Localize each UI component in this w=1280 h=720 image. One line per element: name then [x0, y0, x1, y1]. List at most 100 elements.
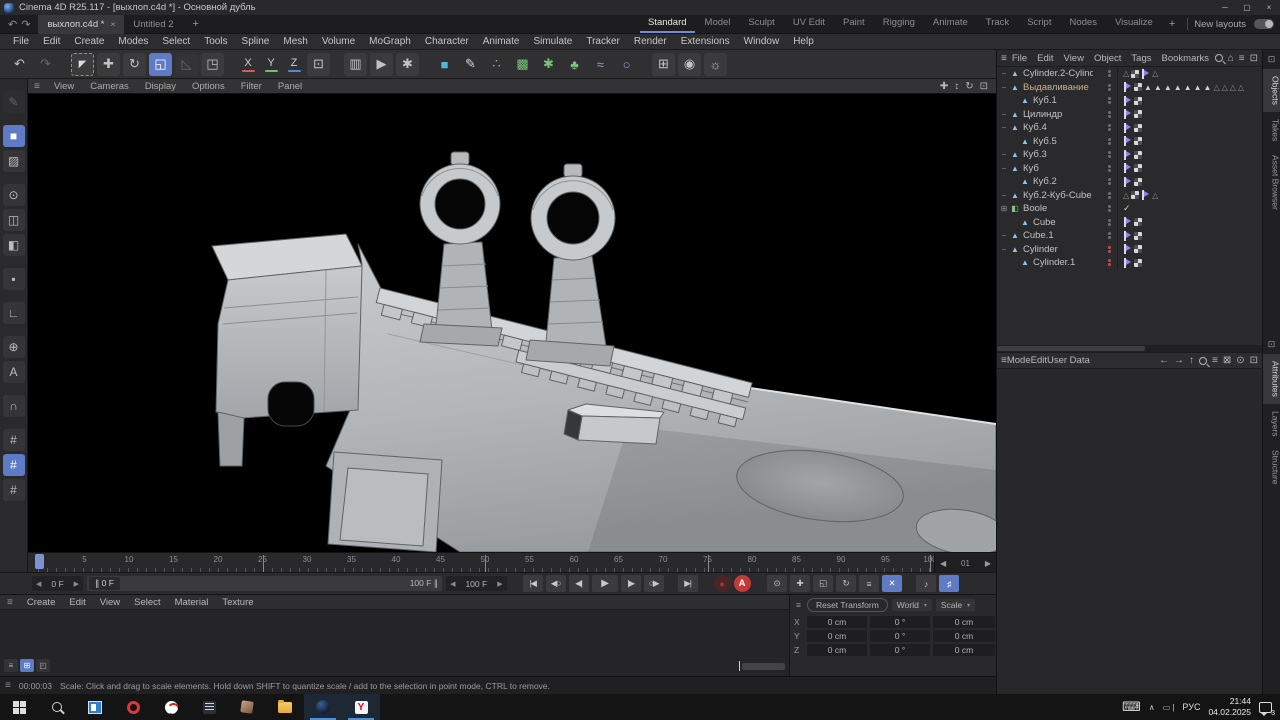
material-menu-texture[interactable]: Texture [215, 597, 260, 608]
expander-icon[interactable]: − [999, 231, 1009, 240]
taskbar-search-button[interactable] [38, 694, 76, 720]
expander-icon[interactable]: − [999, 123, 1009, 132]
expander-icon[interactable]: − [999, 150, 1009, 159]
layout-tab-rigging[interactable]: Rigging [875, 15, 923, 33]
record-position-toggle[interactable]: ✚ [790, 575, 810, 592]
object-name[interactable]: Cube.1 [1021, 230, 1054, 241]
menu-help[interactable]: Help [786, 36, 821, 47]
polygon-selection-tag-icon[interactable]: ▲ [1204, 83, 1212, 92]
polygon-selection-tag-icon[interactable]: ▲ [1174, 83, 1182, 92]
record-pla-toggle[interactable]: ✕ [882, 575, 902, 592]
move-tool[interactable]: ✚ [97, 53, 120, 76]
flag-tag-icon[interactable] [1123, 231, 1132, 241]
material-menu-view[interactable]: View [93, 597, 127, 608]
texture-tag-icon[interactable] [1134, 97, 1142, 105]
notes-app-button[interactable] [190, 694, 228, 720]
polygons-mode-icon[interactable]: ◧ [3, 234, 25, 256]
add-document-tab-button[interactable]: + [183, 18, 209, 30]
coordinate-field[interactable]: 0 cm [807, 644, 867, 656]
scale-tool[interactable]: ◱ [149, 53, 172, 76]
selection-tag-icon[interactable]: △ [1238, 83, 1244, 92]
layout-tab-uv-edit[interactable]: UV Edit [785, 15, 833, 33]
object-manager-scrollbar[interactable] [997, 345, 1262, 352]
app-window-button[interactable] [76, 694, 114, 720]
material-menu-create[interactable]: Create [20, 597, 63, 608]
side-tab-takes[interactable]: Takes [1263, 112, 1280, 148]
texture-tag-icon[interactable] [1134, 218, 1142, 226]
object-name[interactable]: Куб.4 [1021, 122, 1047, 133]
volume-builder-button[interactable]: ♣ [563, 53, 586, 76]
expander-icon[interactable]: − [999, 110, 1009, 119]
expander-icon[interactable]: − [999, 191, 1009, 200]
enable-axis-mode-icon[interactable]: ⊕ [3, 336, 25, 358]
viewport-menu-options[interactable]: Options [184, 81, 233, 92]
material-menu-icon[interactable]: ≡ [0, 597, 20, 608]
dolly-view-icon[interactable]: ↕ [954, 81, 959, 92]
flag-tag-icon[interactable] [1123, 244, 1132, 254]
filter-icon[interactable]: ≡ [1239, 53, 1245, 64]
rotate-tool[interactable]: ↻ [123, 53, 146, 76]
material-menu-material[interactable]: Material [168, 597, 216, 608]
undo-button[interactable]: ↶ [8, 53, 31, 76]
play-button[interactable]: ▶ [592, 575, 618, 592]
record-button[interactable]: ● [714, 575, 731, 592]
layout-tab-visualize[interactable]: Visualize [1107, 15, 1161, 33]
panel-strip-icon[interactable]: ⊡ [1268, 335, 1276, 354]
flag-tag-icon[interactable] [1123, 136, 1132, 146]
viewport-menu-filter[interactable]: Filter [233, 81, 270, 92]
light-button[interactable]: ☼ [704, 53, 727, 76]
object-row[interactable]: ⊞◧Boole✓ [997, 202, 1262, 216]
object-row[interactable]: ▲Cylinder.1 [997, 256, 1262, 270]
coordinate-field[interactable]: 0 cm [933, 616, 995, 628]
undo-icon[interactable]: ↶ [8, 18, 17, 31]
selection-tag-icon[interactable]: △ [1213, 83, 1219, 92]
language-indicator[interactable]: РУС [1182, 702, 1200, 712]
make-editable-mode-icon[interactable]: ✎ [3, 91, 25, 113]
coordinate-field[interactable]: 0 cm [807, 630, 867, 642]
solo-toggle[interactable]: ♯ [939, 575, 959, 592]
viewport-menu-icon[interactable]: ≡ [28, 81, 46, 92]
cube-app-button[interactable] [228, 694, 266, 720]
object-name[interactable]: Цилиндр [1021, 109, 1062, 120]
tweak-tool[interactable]: ◳ [201, 53, 224, 76]
flag-tag-icon[interactable] [1123, 163, 1132, 173]
coordinate-mode-dropdown[interactable]: Scale▾ [936, 599, 975, 611]
side-tab-structure[interactable]: Structure [1263, 443, 1280, 492]
object-row[interactable]: −▲Куб [997, 162, 1262, 176]
new-layouts-label[interactable]: New layouts [1194, 19, 1246, 30]
visibility-dots[interactable] [1108, 97, 1111, 104]
attr-menu-mode[interactable]: Mode [1007, 355, 1031, 366]
object-row[interactable]: −▲Цилиндр [997, 108, 1262, 122]
search-icon[interactable] [1199, 357, 1207, 365]
material-scrollbar[interactable] [739, 661, 785, 671]
menu-volume[interactable]: Volume [315, 36, 362, 47]
points-mode-icon[interactable]: ⊙ [3, 184, 25, 206]
start-button[interactable] [0, 694, 38, 720]
autokey-button[interactable]: A [734, 575, 751, 592]
attr-menu-edit[interactable]: Edit [1031, 355, 1047, 366]
selection-tag-icon[interactable]: △ [1222, 83, 1228, 92]
om-menu-file[interactable]: File [1007, 53, 1032, 64]
deformers-button[interactable]: ≈ [589, 53, 612, 76]
prev-key-button[interactable]: ◀○ [546, 575, 566, 592]
texture-tag-icon[interactable] [1134, 178, 1142, 186]
flag-tag-icon[interactable] [1123, 177, 1132, 187]
coordinate-field[interactable]: 0 ° [870, 644, 930, 656]
coordinate-field[interactable]: 0 cm [807, 616, 867, 628]
object-row[interactable]: −▲Cylinder [997, 243, 1262, 257]
visibility-dots[interactable] [1108, 165, 1111, 172]
selection-tag-icon[interactable]: △ [1230, 83, 1236, 92]
enable-snap-icon[interactable]: ∩ [3, 395, 25, 417]
texture-tag-icon[interactable] [1134, 83, 1142, 91]
back-icon[interactable]: ← [1159, 355, 1169, 366]
selection-tag-icon[interactable]: △ [1123, 69, 1129, 78]
panel-icon[interactable]: ⊡ [1250, 355, 1258, 366]
coordinate-field[interactable]: 0 cm [933, 630, 995, 642]
home-icon[interactable]: ⌂ [1228, 53, 1234, 64]
visibility-dots[interactable] [1108, 84, 1111, 91]
object-name[interactable]: Куб.1 [1031, 95, 1057, 106]
expander-icon[interactable]: − [999, 69, 1009, 78]
minimize-button[interactable]: ─ [1214, 0, 1236, 15]
side-tab-layers[interactable]: Layers [1263, 404, 1280, 444]
lock-z-axis[interactable]: Z [284, 54, 304, 74]
